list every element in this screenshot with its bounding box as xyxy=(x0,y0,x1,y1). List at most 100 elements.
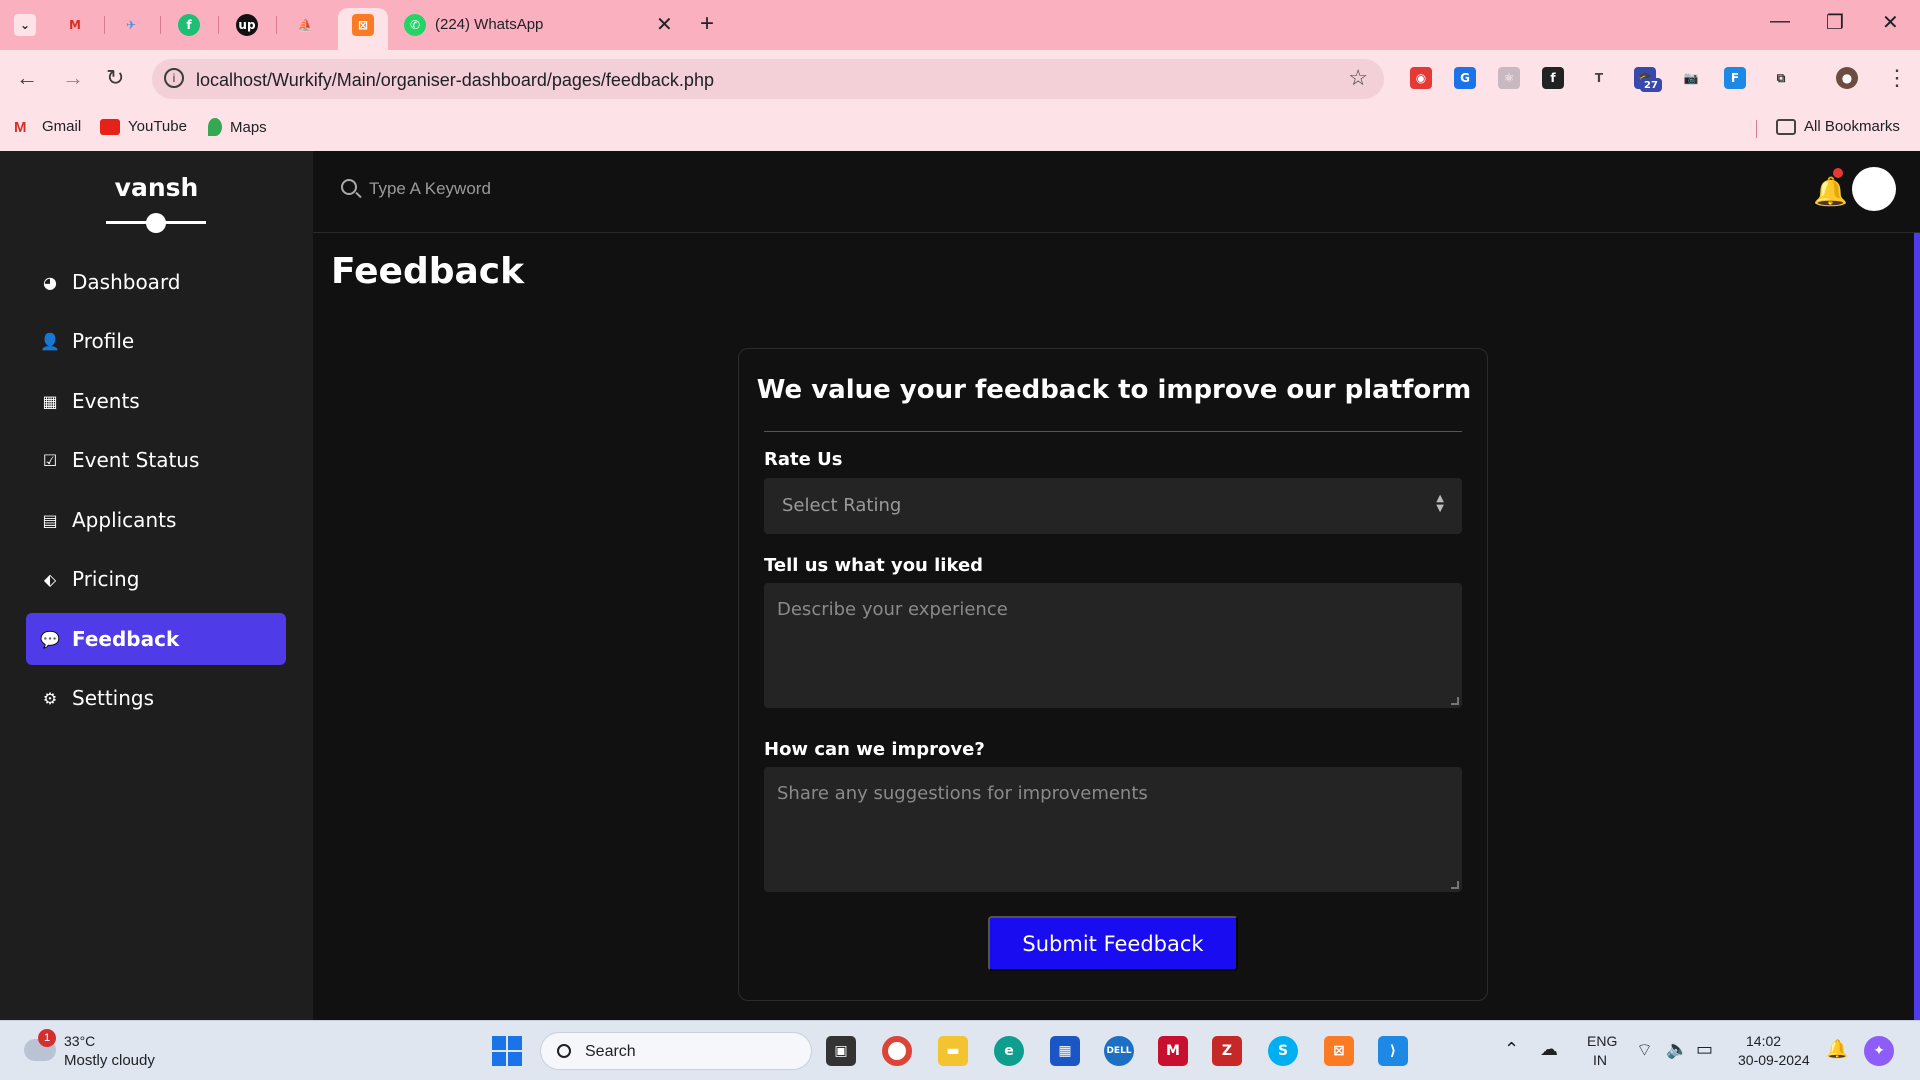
sidebar-item-feedback[interactable]: 💬 Feedback xyxy=(26,613,286,665)
improve-label: How can we improve? xyxy=(764,739,985,760)
omnibox[interactable]: i localhost/Wurkify/Main/organiser-dashb… xyxy=(152,59,1384,99)
page-title: Feedback xyxy=(331,251,525,292)
tab-search-icon[interactable]: ⌄ xyxy=(14,14,36,36)
font-extension-icon[interactable]: f xyxy=(1542,67,1564,89)
text-extension-icon[interactable]: T xyxy=(1588,67,1610,89)
sidebar-item-label: Pricing xyxy=(72,567,140,591)
bookmark-gmail[interactable]: M Gmail xyxy=(14,118,82,136)
profile-avatar-icon[interactable]: ● xyxy=(1836,67,1858,89)
translate-extension-icon[interactable]: G xyxy=(1454,67,1476,89)
rate-label: Rate Us xyxy=(764,449,843,470)
sidebar-item-settings[interactable]: ⚙ Settings xyxy=(26,672,286,724)
wifi-icon[interactable]: ⌔ xyxy=(1636,1039,1653,1062)
menu-kebab-icon[interactable]: ⋮ xyxy=(1886,65,1908,91)
search-icon xyxy=(341,179,357,195)
new-tab-icon[interactable]: + xyxy=(700,10,714,38)
weather-desc[interactable]: Mostly cloudy xyxy=(64,1052,155,1069)
file-explorer-icon[interactable]: ▬ xyxy=(938,1036,968,1066)
upwork-tab-icon[interactable]: up xyxy=(236,14,258,36)
camera-extension-icon[interactable]: 📷 xyxy=(1680,67,1702,89)
rating-select[interactable]: Select Rating ▲ ▼ xyxy=(764,478,1462,534)
fiverr-tab-icon[interactable]: f xyxy=(178,14,200,36)
ft-extension-icon[interactable]: F xyxy=(1724,67,1746,89)
forward-icon[interactable]: → xyxy=(62,65,84,91)
bookmark-gmail-label: Gmail xyxy=(42,118,82,135)
sidebar-item-profile[interactable]: 👤 Profile xyxy=(26,315,286,367)
store-icon[interactable]: ▦ xyxy=(1050,1036,1080,1066)
page-scrollbar[interactable] xyxy=(1914,233,1920,1020)
bookmark-maps[interactable]: Maps xyxy=(208,118,267,136)
reload-icon[interactable]: ↻ xyxy=(106,65,124,91)
bird-tab-icon[interactable]: ✈ xyxy=(120,14,142,36)
minimize-icon[interactable]: — xyxy=(1770,10,1790,33)
phpmyadmin-tab-icon[interactable]: ⛵ xyxy=(294,14,316,36)
back-icon[interactable]: ← xyxy=(16,65,38,91)
extension-badge: 27 xyxy=(1640,78,1662,92)
mcafee-icon[interactable]: M xyxy=(1158,1036,1188,1066)
edge-icon[interactable]: e xyxy=(994,1036,1024,1066)
folder-icon xyxy=(1776,118,1796,135)
app-root: vansh ◕ Dashboard 👤 Profile ▦ Events ☑ E… xyxy=(0,151,1920,1020)
task-view-icon[interactable]: ▣ xyxy=(826,1036,856,1066)
sidebar-item-applicants[interactable]: ▤ Applicants xyxy=(26,494,286,546)
sidebar-item-dashboard[interactable]: ◕ Dashboard xyxy=(26,256,286,308)
onedrive-icon[interactable]: ☁ xyxy=(1540,1039,1558,1060)
url-text[interactable]: localhost/Wurkify/Main/organiser-dashboa… xyxy=(196,70,714,91)
site-info-icon[interactable]: i xyxy=(164,68,184,88)
sidebar-item-event-status[interactable]: ☑ Event Status xyxy=(26,434,286,486)
chrome-icon[interactable] xyxy=(882,1036,912,1066)
theme-toggle-knob[interactable] xyxy=(146,213,166,233)
sidebar-item-events[interactable]: ▦ Events xyxy=(26,375,286,427)
maps-pin-icon xyxy=(208,118,222,136)
xampp-icon[interactable]: ⊠ xyxy=(1324,1036,1354,1066)
notification-bell-icon[interactable]: 🔔 xyxy=(1826,1039,1848,1060)
extensions-puzzle-icon[interactable]: ⧉ xyxy=(1770,67,1792,89)
weather-temp[interactable]: 33°C xyxy=(64,1033,95,1049)
resize-grip-icon[interactable] xyxy=(1451,881,1459,889)
battery-icon[interactable]: ▭ xyxy=(1696,1039,1713,1060)
search-input[interactable] xyxy=(369,173,769,205)
liked-label: Tell us what you liked xyxy=(764,555,984,576)
all-bookmarks[interactable]: All Bookmarks xyxy=(1776,118,1900,135)
weather-badge: 1 xyxy=(38,1029,56,1047)
feedback-card-title: We value your feedback to improve our pl… xyxy=(756,375,1472,405)
filezilla-icon[interactable]: Z xyxy=(1212,1036,1242,1066)
tray-time[interactable]: 14:02 xyxy=(1746,1033,1781,1049)
windows-start-icon[interactable] xyxy=(492,1036,522,1066)
chevron-up-icon[interactable]: ⌃ xyxy=(1504,1039,1519,1060)
screenshot-extension-icon[interactable]: ◉ xyxy=(1410,67,1432,89)
skype-icon[interactable]: S xyxy=(1268,1036,1298,1066)
feedback-card: We value your feedback to improve our pl… xyxy=(738,348,1488,1001)
window-close-icon[interactable]: ✕ xyxy=(1882,10,1899,35)
resize-grip-icon[interactable] xyxy=(1451,697,1459,705)
bookmark-star-icon[interactable]: ☆ xyxy=(1348,65,1368,91)
bookmark-youtube-label: YouTube xyxy=(128,118,187,135)
tab-close-icon[interactable]: ✕ xyxy=(656,12,673,37)
liked-textarea[interactable]: Describe your experience xyxy=(764,583,1462,708)
restore-icon[interactable]: ❐ xyxy=(1826,10,1844,35)
dell-icon[interactable]: DELL xyxy=(1104,1036,1134,1066)
taskbar-search[interactable]: Search xyxy=(540,1032,812,1070)
calendar-icon: ▦ xyxy=(42,391,58,411)
react-extension-icon[interactable]: ⚛ xyxy=(1498,67,1520,89)
tab-whatsapp-title: (224) WhatsApp xyxy=(435,16,544,33)
card-icon: ▤ xyxy=(42,510,58,530)
submit-feedback-button[interactable]: Submit Feedback xyxy=(988,916,1238,971)
sidebar-item-pricing[interactable]: ⬖ Pricing xyxy=(26,553,286,605)
tab-divider xyxy=(104,16,105,34)
tray-language[interactable]: ENG xyxy=(1587,1033,1617,1049)
copilot-icon[interactable]: ✦ xyxy=(1864,1036,1894,1066)
tray-region[interactable]: IN xyxy=(1593,1052,1607,1068)
volume-icon[interactable]: 🔈 xyxy=(1666,1039,1688,1060)
tab-xampp-active[interactable]: ⊠ xyxy=(338,8,388,50)
taskbar: 1 33°C Mostly cloudy Search ▣ ▬ e ▦ DELL… xyxy=(0,1020,1920,1080)
gmail-tab-icon[interactable]: M xyxy=(64,14,86,36)
avatar[interactable] xyxy=(1852,167,1896,211)
improve-textarea[interactable]: Share any suggestions for improvements xyxy=(764,767,1462,892)
tray-date[interactable]: 30-09-2024 xyxy=(1738,1052,1810,1068)
bell-icon[interactable]: 🔔 xyxy=(1813,175,1848,208)
vscode-icon[interactable]: ⟩ xyxy=(1378,1036,1408,1066)
tag-icon: ⬖ xyxy=(43,569,57,589)
youtube-icon xyxy=(100,118,120,135)
bookmark-youtube[interactable]: YouTube xyxy=(100,118,187,135)
